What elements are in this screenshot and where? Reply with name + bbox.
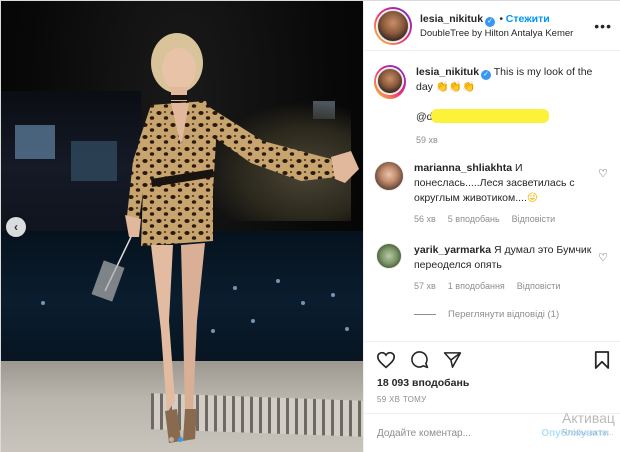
woman-figure <box>91 33 359 443</box>
post-header: lesia_nikituk ✓ • Стежити DoubleTree by H… <box>364 1 620 51</box>
windows-activation-subtext: Чтобы акти... <box>562 427 614 437</box>
post-photo[interactable]: ‹ <box>1 1 363 452</box>
carousel-prev-button[interactable]: ‹ <box>6 217 26 237</box>
like-comment-heart-icon[interactable]: ♡ <box>598 167 608 180</box>
avatar[interactable] <box>377 68 403 94</box>
carousel-indicator <box>169 437 183 442</box>
caption-body: lesia_nikituk ✓ This is my look of the da… <box>416 65 612 148</box>
post-sidebar: lesia_nikituk ✓ • Стежити DoubleTree by H… <box>363 1 620 452</box>
location-link[interactable]: DoubleTree by Hilton Antalya Kemer <box>420 27 586 40</box>
caption-username[interactable]: lesia_nikituk <box>416 66 479 78</box>
windows-activation-watermark: Активац <box>562 410 615 426</box>
likes-count[interactable]: 18 093 вподобань <box>377 377 469 389</box>
reply-button[interactable]: Відповісти <box>512 212 556 227</box>
header-text: lesia_nikituk ✓ • Стежити DoubleTree by H… <box>420 11 586 40</box>
carousel-dot <box>169 437 174 442</box>
comment-meta: 56 хв 5 вподобань Відповісти <box>414 212 592 227</box>
replies-divider <box>414 314 436 315</box>
caption-mention-line: @d <box>416 109 612 125</box>
like-heart-icon[interactable] <box>376 351 396 369</box>
chevron-left-icon: ‹ <box>14 220 18 234</box>
view-replies-button[interactable]: Переглянути відповіді (1) <box>414 309 559 320</box>
caption-meta: 59 хв <box>416 133 612 148</box>
avatar[interactable] <box>376 243 402 269</box>
comment-input[interactable] <box>377 428 542 439</box>
comment-username[interactable]: marianna_shliakhta <box>414 162 512 174</box>
comment-item: marianna_shliakhta И понеслась.....Леся … <box>364 161 620 227</box>
author-username[interactable]: lesia_nikituk <box>420 13 483 25</box>
comment-body: marianna_shliakhta И понеслась.....Леся … <box>414 161 612 227</box>
follow-button[interactable]: Стежити <box>506 13 550 25</box>
comment-emoji: 😜 <box>526 192 538 204</box>
redaction-highlight <box>430 109 549 123</box>
avatar[interactable] <box>374 161 404 191</box>
comment-time[interactable]: 56 хв <box>414 212 436 227</box>
view-replies-label: Переглянути відповіді (1) <box>448 309 560 320</box>
action-bar <box>364 341 620 377</box>
comment-item: yarik_yarmarka Я думал это Бумчик переод… <box>364 243 620 294</box>
avatar[interactable] <box>377 9 409 42</box>
comment-bubble-icon[interactable] <box>410 350 429 369</box>
comment-likes[interactable]: 1 вподобання <box>448 279 505 294</box>
caption-avatar-ring[interactable] <box>374 65 406 99</box>
verified-badge-icon: ✓ <box>481 70 492 80</box>
caption-emoji: 👏👏👏 <box>435 81 476 93</box>
more-options-icon[interactable]: ••• <box>594 18 612 34</box>
comment-username[interactable]: yarik_yarmarka <box>414 244 491 256</box>
bookmark-icon[interactable] <box>594 350 610 370</box>
author-avatar-ring[interactable] <box>374 6 412 45</box>
reply-button[interactable]: Відповісти <box>517 279 561 294</box>
comment-body: yarik_yarmarka Я думал это Бумчик переод… <box>414 243 612 294</box>
carousel-dot-active <box>178 437 183 442</box>
post-timestamp[interactable]: 59 ХВ ТОМУ <box>377 395 427 404</box>
caption: lesia_nikituk ✓ This is my look of the da… <box>364 65 620 148</box>
comments-section: lesia_nikituk ✓ This is my look of the da… <box>364 51 620 341</box>
caption-time[interactable]: 59 хв <box>416 133 438 148</box>
share-send-icon[interactable] <box>443 351 462 369</box>
instagram-post: ‹ lesia_nikituk ✓ • Стежити DoubleTree by… <box>0 0 620 452</box>
comment-time[interactable]: 57 хв <box>414 279 436 294</box>
comment-meta: 57 хв 1 вподобання Відповісти <box>414 279 592 294</box>
like-comment-heart-icon[interactable]: ♡ <box>598 251 608 264</box>
verified-badge-icon: ✓ <box>485 17 496 27</box>
comment-likes[interactable]: 5 вподобань <box>448 212 500 227</box>
